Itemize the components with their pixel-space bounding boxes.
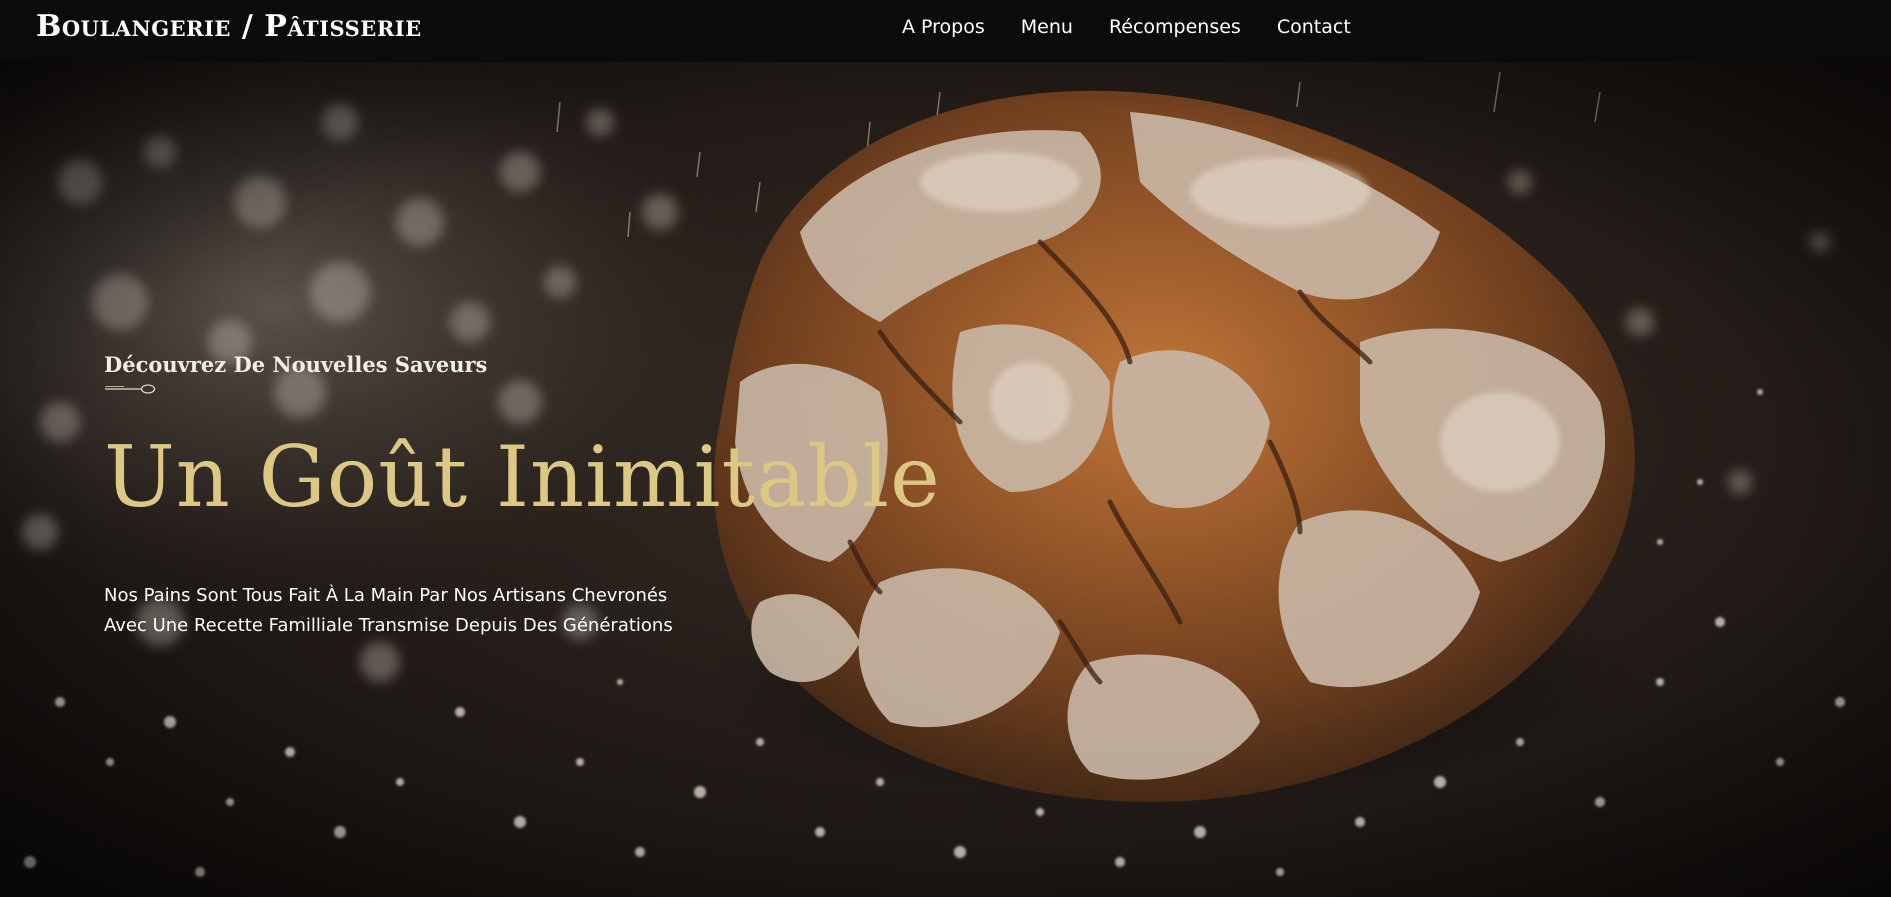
brand-logo[interactable]: Boulangerie / Pâtisserie [36, 9, 422, 44]
main-nav: A Propos Menu Récompenses Contact [902, 16, 1351, 38]
top-navbar: Boulangerie / Pâtisserie A Propos Menu R… [0, 0, 1891, 62]
hero-description-line-2: Avec Une Recette Familliale Transmise De… [104, 615, 673, 636]
hero-title: Un Goût Inimitable [104, 428, 941, 526]
hero-description: Nos Pains Sont Tous Fait À La Main Par N… [104, 581, 941, 641]
spoon-icon [105, 384, 156, 394]
hero-subheading: Découvrez De Nouvelles Saveurs [104, 352, 488, 377]
nav-link-a-propos[interactable]: A Propos [902, 16, 985, 38]
nav-link-menu[interactable]: Menu [1021, 16, 1073, 38]
page: Boulangerie / Pâtisserie A Propos Menu R… [0, 0, 1891, 897]
hero-description-line-1: Nos Pains Sont Tous Fait À La Main Par N… [104, 585, 668, 606]
nav-link-contact[interactable]: Contact [1277, 16, 1351, 38]
nav-link-recompenses[interactable]: Récompenses [1109, 16, 1241, 38]
hero-section: Découvrez De Nouvelles Saveurs Un Goût I… [0, 62, 1891, 897]
hero-content: Découvrez De Nouvelles Saveurs Un Goût I… [104, 352, 941, 641]
